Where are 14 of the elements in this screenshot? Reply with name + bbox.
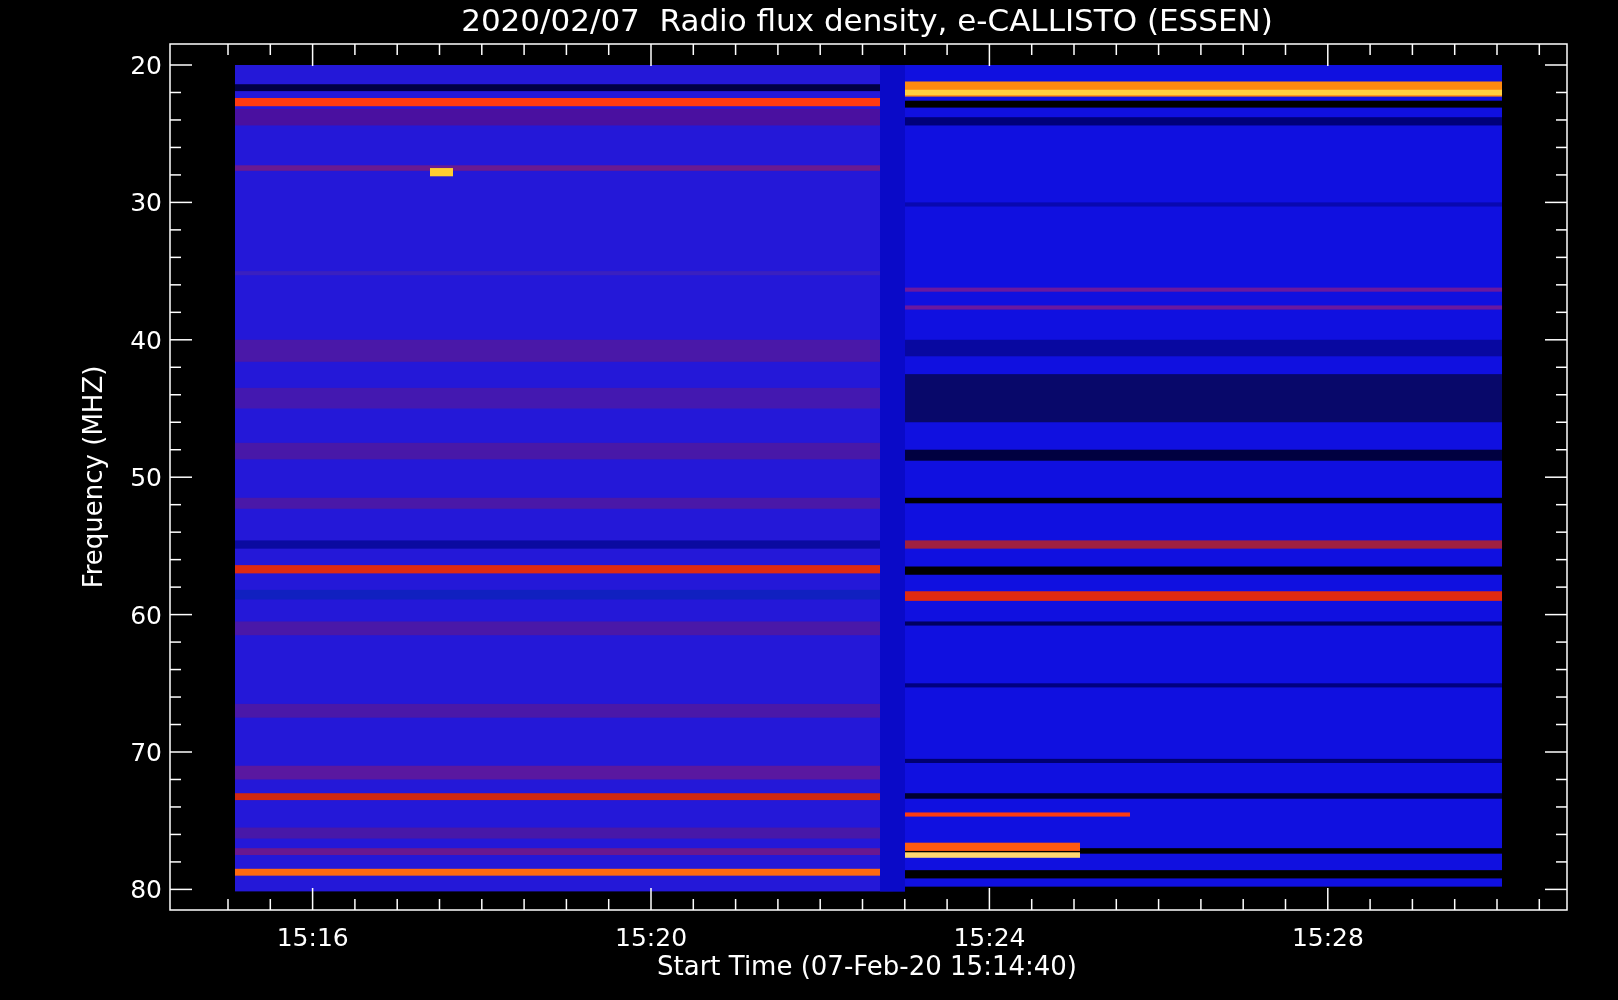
y-tick-label: 70 [130, 738, 162, 767]
y-tick-label: 20 [130, 51, 162, 80]
y-tick-label: 40 [130, 325, 162, 355]
y-tick-label: 30 [130, 188, 162, 218]
y-tick-label: 60 [130, 600, 162, 630]
x-tick-label: 15:16 [276, 923, 349, 952]
y-tick-label: 50 [130, 463, 162, 493]
x-tick-label: 15:20 [615, 923, 688, 952]
x-axis-label: Start Time (07-Feb-20 15:14:40) [657, 951, 1077, 981]
x-tick-label: 15:28 [1291, 923, 1364, 952]
y-tick-label: 80 [130, 875, 162, 905]
x-tick-label: 15:24 [953, 923, 1026, 952]
y-axis-label: Frequency (MHZ) [78, 365, 108, 589]
chart-title: 2020/02/07 Radio flux density, e-CALLISTO (ESSEN) [461, 2, 1273, 38]
